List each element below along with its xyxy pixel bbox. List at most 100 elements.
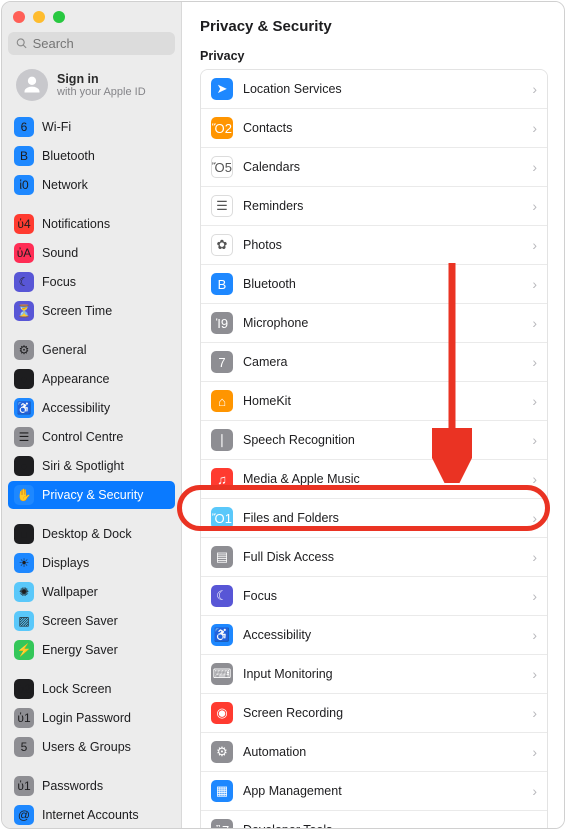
sidebar-item-sound[interactable]: ὐASound bbox=[8, 239, 175, 267]
row-label: Speech Recognition bbox=[243, 433, 522, 447]
row-automation[interactable]: ⚙Automation› bbox=[201, 733, 547, 772]
bluetooth-icon: B bbox=[14, 146, 34, 166]
sidebar-item-energy[interactable]: ⚡ Energy Saver bbox=[8, 636, 175, 664]
sidebar-item-siri[interactable]: ●Siri & Spotlight bbox=[8, 452, 175, 480]
sidebar-item-screensaver[interactable]: ▨Screen Saver bbox=[8, 607, 175, 635]
chevron-right-icon: › bbox=[532, 120, 537, 136]
lockscreen-icon: ὑ2 bbox=[14, 679, 34, 699]
row-devtools[interactable]: ὒ7Developer Tools› bbox=[201, 811, 547, 828]
camera-icon: ὏7 bbox=[211, 351, 233, 373]
chevron-right-icon: › bbox=[532, 783, 537, 799]
internetacc-icon: @ bbox=[14, 805, 34, 825]
energy-icon: ⚡ bbox=[14, 640, 34, 660]
sidebar-item-label: Login Password bbox=[42, 711, 131, 725]
sidebar-item-accessibility[interactable]: ♿Accessibility bbox=[8, 394, 175, 422]
sidebar-item-label: Displays bbox=[42, 556, 89, 570]
sidebar-item-label: Notifications bbox=[42, 217, 110, 231]
chevron-right-icon: › bbox=[532, 588, 537, 604]
homekit-icon: ⌂ bbox=[211, 390, 233, 412]
row-reminders[interactable]: ☰Reminders› bbox=[201, 187, 547, 226]
settings-window: Sign in with your Apple ID ὏6Wi-FiBBluet… bbox=[1, 1, 565, 829]
focus-icon: ☾ bbox=[14, 272, 34, 292]
row-calendars[interactable]: Ὄ5Calendars› bbox=[201, 148, 547, 187]
passwords-icon: ὑ1 bbox=[14, 776, 34, 796]
photos-icon: ✿ bbox=[211, 234, 233, 256]
chevron-right-icon: › bbox=[532, 705, 537, 721]
row-bluetooth[interactable]: BBluetooth› bbox=[201, 265, 547, 304]
page-title: Privacy & Security bbox=[200, 18, 548, 35]
sidebar-item-passwords[interactable]: ὑ1Passwords bbox=[8, 772, 175, 800]
row-label: Photos bbox=[243, 238, 522, 252]
desktop-icon: ■ bbox=[14, 524, 34, 544]
speech-icon: ❘ bbox=[211, 429, 233, 451]
sidebar-item-label: Wallpaper bbox=[42, 585, 98, 599]
row-screenrec[interactable]: ◉Screen Recording› bbox=[201, 694, 547, 733]
sidebar-item-wallpaper[interactable]: ✺Wallpaper bbox=[8, 578, 175, 606]
row-label: Files and Folders bbox=[243, 511, 522, 525]
sidebar-item-loginpw[interactable]: ὑ1Login Password bbox=[8, 704, 175, 732]
sidebar-item-lockscreen[interactable]: ὑ2Lock Screen bbox=[8, 675, 175, 703]
devtools-icon: ὒ7 bbox=[211, 819, 233, 828]
zoom-window[interactable] bbox=[53, 11, 65, 23]
network-icon: ἱ0 bbox=[14, 175, 34, 195]
signin-row[interactable]: Sign in with your Apple ID bbox=[8, 63, 175, 107]
contacts-icon: Ὅ2 bbox=[211, 117, 233, 139]
sidebar-item-network[interactable]: ἱ0Network bbox=[8, 171, 175, 199]
row-label: Media & Apple Music bbox=[243, 472, 522, 486]
sidebar-item-label: Users & Groups bbox=[42, 740, 131, 754]
usersgroups-icon: ὆5 bbox=[14, 737, 34, 757]
sidebar-item-focus[interactable]: ☾Focus bbox=[8, 268, 175, 296]
row-photos[interactable]: ✿Photos› bbox=[201, 226, 547, 265]
search-field[interactable] bbox=[8, 32, 175, 55]
privacy-list: ➤Location Services›Ὅ2Contacts›Ὄ5Calendar… bbox=[200, 69, 548, 828]
sidebar-item-general[interactable]: ⚙General bbox=[8, 336, 175, 364]
row-label: Camera bbox=[243, 355, 522, 369]
screenrec-icon: ◉ bbox=[211, 702, 233, 724]
row-label: Focus bbox=[243, 589, 522, 603]
row-homekit[interactable]: ⌂HomeKit› bbox=[201, 382, 547, 421]
row-focus2[interactable]: ☾Focus› bbox=[201, 577, 547, 616]
search-input[interactable] bbox=[33, 36, 167, 51]
sidebar-item-displays[interactable]: ☀ Displays bbox=[8, 549, 175, 577]
sidebar-item-bluetooth[interactable]: BBluetooth bbox=[8, 142, 175, 170]
sidebar-item-notifications[interactable]: ὑ4Notifications bbox=[8, 210, 175, 238]
sidebar-item-privacy[interactable]: ✋Privacy & Security bbox=[8, 481, 175, 509]
row-appmgmt[interactable]: ▦App Management› bbox=[201, 772, 547, 811]
row-filesfolders[interactable]: Ὄ1Files and Folders› bbox=[201, 499, 547, 538]
controlcentre-icon: ☰ bbox=[14, 427, 34, 447]
row-location[interactable]: ➤Location Services› bbox=[201, 70, 547, 109]
row-label: Calendars bbox=[243, 160, 522, 174]
sidebar-item-label: Screen Time bbox=[42, 304, 112, 318]
sidebar-item-label: Screen Saver bbox=[42, 614, 118, 628]
close-window[interactable] bbox=[13, 11, 25, 23]
sidebar-item-controlcentre[interactable]: ☰Control Centre bbox=[8, 423, 175, 451]
chevron-right-icon: › bbox=[532, 81, 537, 97]
row-media[interactable]: ♫Media & Apple Music› bbox=[201, 460, 547, 499]
sidebar-item-label: Appearance bbox=[42, 372, 109, 386]
accessibility-icon: ♿ bbox=[14, 398, 34, 418]
row-fulldisk[interactable]: ▤Full Disk Access› bbox=[201, 538, 547, 577]
row-contacts[interactable]: Ὅ2 Contacts › bbox=[201, 109, 547, 148]
row-label: Location Services bbox=[243, 82, 522, 96]
reminders-icon: ☰ bbox=[211, 195, 233, 217]
sidebar-item-internetacc[interactable]: @Internet Accounts bbox=[8, 801, 175, 828]
general-icon: ⚙ bbox=[14, 340, 34, 360]
row-inputmon[interactable]: ⌨Input Monitoring› bbox=[201, 655, 547, 694]
row-microphone[interactable]: Ἱ9Microphone› bbox=[201, 304, 547, 343]
row-speech[interactable]: ❘Speech Recognition› bbox=[201, 421, 547, 460]
sidebar-item-usersgroups[interactable]: ὆5 Users & Groups bbox=[8, 733, 175, 761]
sidebar-item-appearance[interactable]: ◐Appearance bbox=[8, 365, 175, 393]
automation-icon: ⚙ bbox=[211, 741, 233, 763]
row-camera[interactable]: ὏7Camera› bbox=[201, 343, 547, 382]
displays-icon: ☀ bbox=[14, 553, 34, 573]
minimize-window[interactable] bbox=[33, 11, 45, 23]
sidebar-item-screentime[interactable]: ⏳Screen Time bbox=[8, 297, 175, 325]
row-label: Accessibility bbox=[243, 628, 522, 642]
sidebar-item-desktop[interactable]: ■Desktop & Dock bbox=[8, 520, 175, 548]
row-accessibility2[interactable]: ♿Accessibility› bbox=[201, 616, 547, 655]
sidebar-item-label: Energy Saver bbox=[42, 643, 118, 657]
fulldisk-icon: ▤ bbox=[211, 546, 233, 568]
sidebar-item-wifi[interactable]: ὏6Wi-Fi bbox=[8, 113, 175, 141]
row-label: Contacts bbox=[243, 121, 522, 135]
chevron-right-icon: › bbox=[532, 627, 537, 643]
